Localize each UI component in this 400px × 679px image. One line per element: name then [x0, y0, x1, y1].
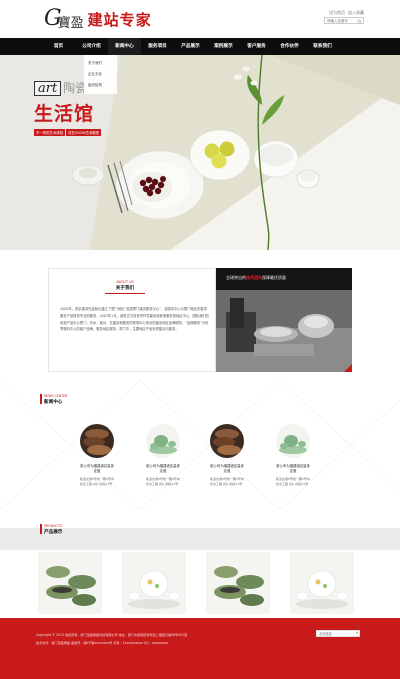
logo-name: 建站专家	[87, 10, 152, 29]
news-desc: 轨道交通5号线一期3号中标交工程 (标) 标段11号	[80, 477, 114, 486]
news-desc: 轨道交通5号线一期3号中标交工程 (标) 标段11号	[210, 477, 244, 486]
set-home-link[interactable]: 设为首页	[329, 10, 345, 15]
nav-news[interactable]: 新闻中心	[108, 38, 141, 55]
news-desc: 轨道交通5号线一期3号中标交工程 (标) 标段11号	[146, 477, 180, 486]
product-image	[122, 552, 186, 614]
about-heading-cn: 关于我们	[115, 286, 135, 291]
site-header: G 寶盈 建站专家 设为首页 加入收藏	[0, 0, 400, 38]
banner-life-text: 生活馆	[34, 103, 95, 125]
news-title[interactable]: 某公司为福建酒店量身定做	[146, 464, 180, 474]
favorite-link[interactable]: 加入收藏	[348, 10, 364, 15]
nav-home[interactable]: 首页	[42, 38, 75, 55]
chevron-down-icon: ▾	[356, 631, 358, 635]
search-icon[interactable]	[357, 18, 362, 24]
main-nav: 首页 公司介绍 新闻中心 服务项目 产品展示 案例展示 客户服务 合作伙伴 联系…	[0, 38, 400, 55]
products-heading-en: PRODUCTS	[44, 524, 62, 528]
about-heading: ABOUT US 关于我们	[100, 280, 150, 294]
nav-partners[interactable]: 合作伙伴	[273, 38, 306, 55]
celadon-tea-set-image	[146, 424, 180, 458]
search-input[interactable]	[325, 18, 357, 23]
about-photo-caption: 全球突出的技术团队保障最优质量	[216, 268, 352, 290]
nav-products[interactable]: 产品展示	[174, 38, 207, 55]
green-pottery-image	[38, 552, 102, 614]
news-heading-en: NEWS CENTER	[44, 394, 68, 398]
nav-customer-service[interactable]: 客户服务	[240, 38, 273, 55]
nav-cases[interactable]: 案例展示	[207, 38, 240, 55]
nav-services[interactable]: 服务项目	[141, 38, 174, 55]
news-title[interactable]: 某公司为福建酒店量身定做	[276, 464, 310, 474]
footer-info: Copyright © 2015 版权所有：厦门宝盈网络科技有限公司 地址：厦门…	[36, 632, 296, 647]
product-image	[206, 552, 270, 614]
nav-contact[interactable]: 联系我们	[306, 38, 339, 55]
nav-company[interactable]: 公司介绍	[75, 38, 108, 55]
friend-links-select[interactable]: 友情链接 ▾	[316, 630, 360, 637]
banner-tag-1: 不一样的艺术体验	[34, 129, 66, 136]
news-heading-bar	[40, 394, 42, 404]
logo-seal: 寶盈	[57, 15, 84, 31]
news-thumbnail	[210, 424, 244, 458]
about-section: ABOUT US 关于我们 2005年，燕京建设完善就位建立了厦门地区“品质厦门…	[0, 250, 400, 380]
about-heading-en: ABOUT US	[116, 280, 134, 284]
products-section: PRODUCTS 产品展示 产品名称 产品名称 产品名称 产品名称	[0, 510, 400, 624]
highlight-text: 技术团队	[246, 275, 262, 280]
dropdown-item-structure[interactable]: 组织结构	[84, 80, 117, 91]
footer-copyright: Copyright © 2015 版权所有：厦门宝盈网络科技有限公司 地址：厦门…	[36, 633, 188, 637]
products-heading-bar	[40, 524, 42, 534]
footer-support: 技术支持：厦门宝盈网络 备案号：闽ICP备xxxxxxxx号 手机：1xxxxx…	[36, 640, 169, 645]
news-title[interactable]: 某公司为福建酒店量身定做	[80, 464, 114, 474]
stacked-pottery-image	[210, 424, 244, 458]
news-section: NEWS CENTER 新闻中心 某公司为福建酒店量身定做 轨道交通5号线一期3…	[0, 380, 400, 510]
site-footer: Copyright © 2015 版权所有：厦门宝盈网络科技有限公司 地址：厦门…	[0, 618, 400, 679]
news-title[interactable]: 某公司为福建酒店量身定做	[210, 464, 244, 474]
search-box	[324, 17, 364, 24]
news-thumbnail	[276, 424, 310, 458]
product-image	[38, 552, 102, 614]
stacked-pottery-image	[80, 424, 114, 458]
about-photo-panel: 全球突出的技术团队保障最优质量	[216, 268, 352, 372]
green-pottery-image	[206, 552, 270, 614]
news-item[interactable]: 某公司为福建酒店量身定做 轨道交通5号线一期3号中标交工程 (标) 标段11号	[276, 424, 358, 494]
news-heading-cn: 新闻中心	[44, 400, 63, 405]
site-logo[interactable]: G 寶盈 建站专家	[44, 4, 152, 34]
about-divider	[105, 293, 145, 294]
banner-tagline: 不一样的艺术体验 尽在SHOW艺术殿堂	[34, 129, 102, 136]
dropdown-item-culture[interactable]: 企业文化	[84, 69, 117, 80]
hero-banner: art 陶瓷 生活馆 不一样的艺术体验 尽在SHOW艺术殿堂	[0, 55, 400, 250]
products-heading-cn: 产品展示	[44, 530, 63, 535]
top-links: 设为首页 加入收藏	[326, 10, 364, 16]
product-image	[290, 552, 354, 614]
dropdown-item-about[interactable]: 关于我们	[84, 58, 117, 69]
news-thumbnail	[146, 424, 180, 458]
white-teapot-image	[122, 552, 186, 614]
white-teapot-image	[290, 552, 354, 614]
news-thumbnail	[80, 424, 114, 458]
company-dropdown-menu: 关于我们 企业文化 组织结构	[84, 55, 117, 94]
banner-tag-2: 尽在SHOW艺术殿堂	[66, 129, 102, 136]
corner-accent	[344, 364, 352, 372]
about-paragraph: 2005年，燕京建设完善就位建立了厦门地区“品质厦门建设服务中心”，该服务中心为…	[60, 307, 209, 332]
celadon-tea-set-image	[276, 424, 310, 458]
news-desc: 轨道交通5号线一期3号中标交工程 (标) 标段11号	[276, 477, 310, 486]
banner-art-text: art	[34, 81, 62, 96]
